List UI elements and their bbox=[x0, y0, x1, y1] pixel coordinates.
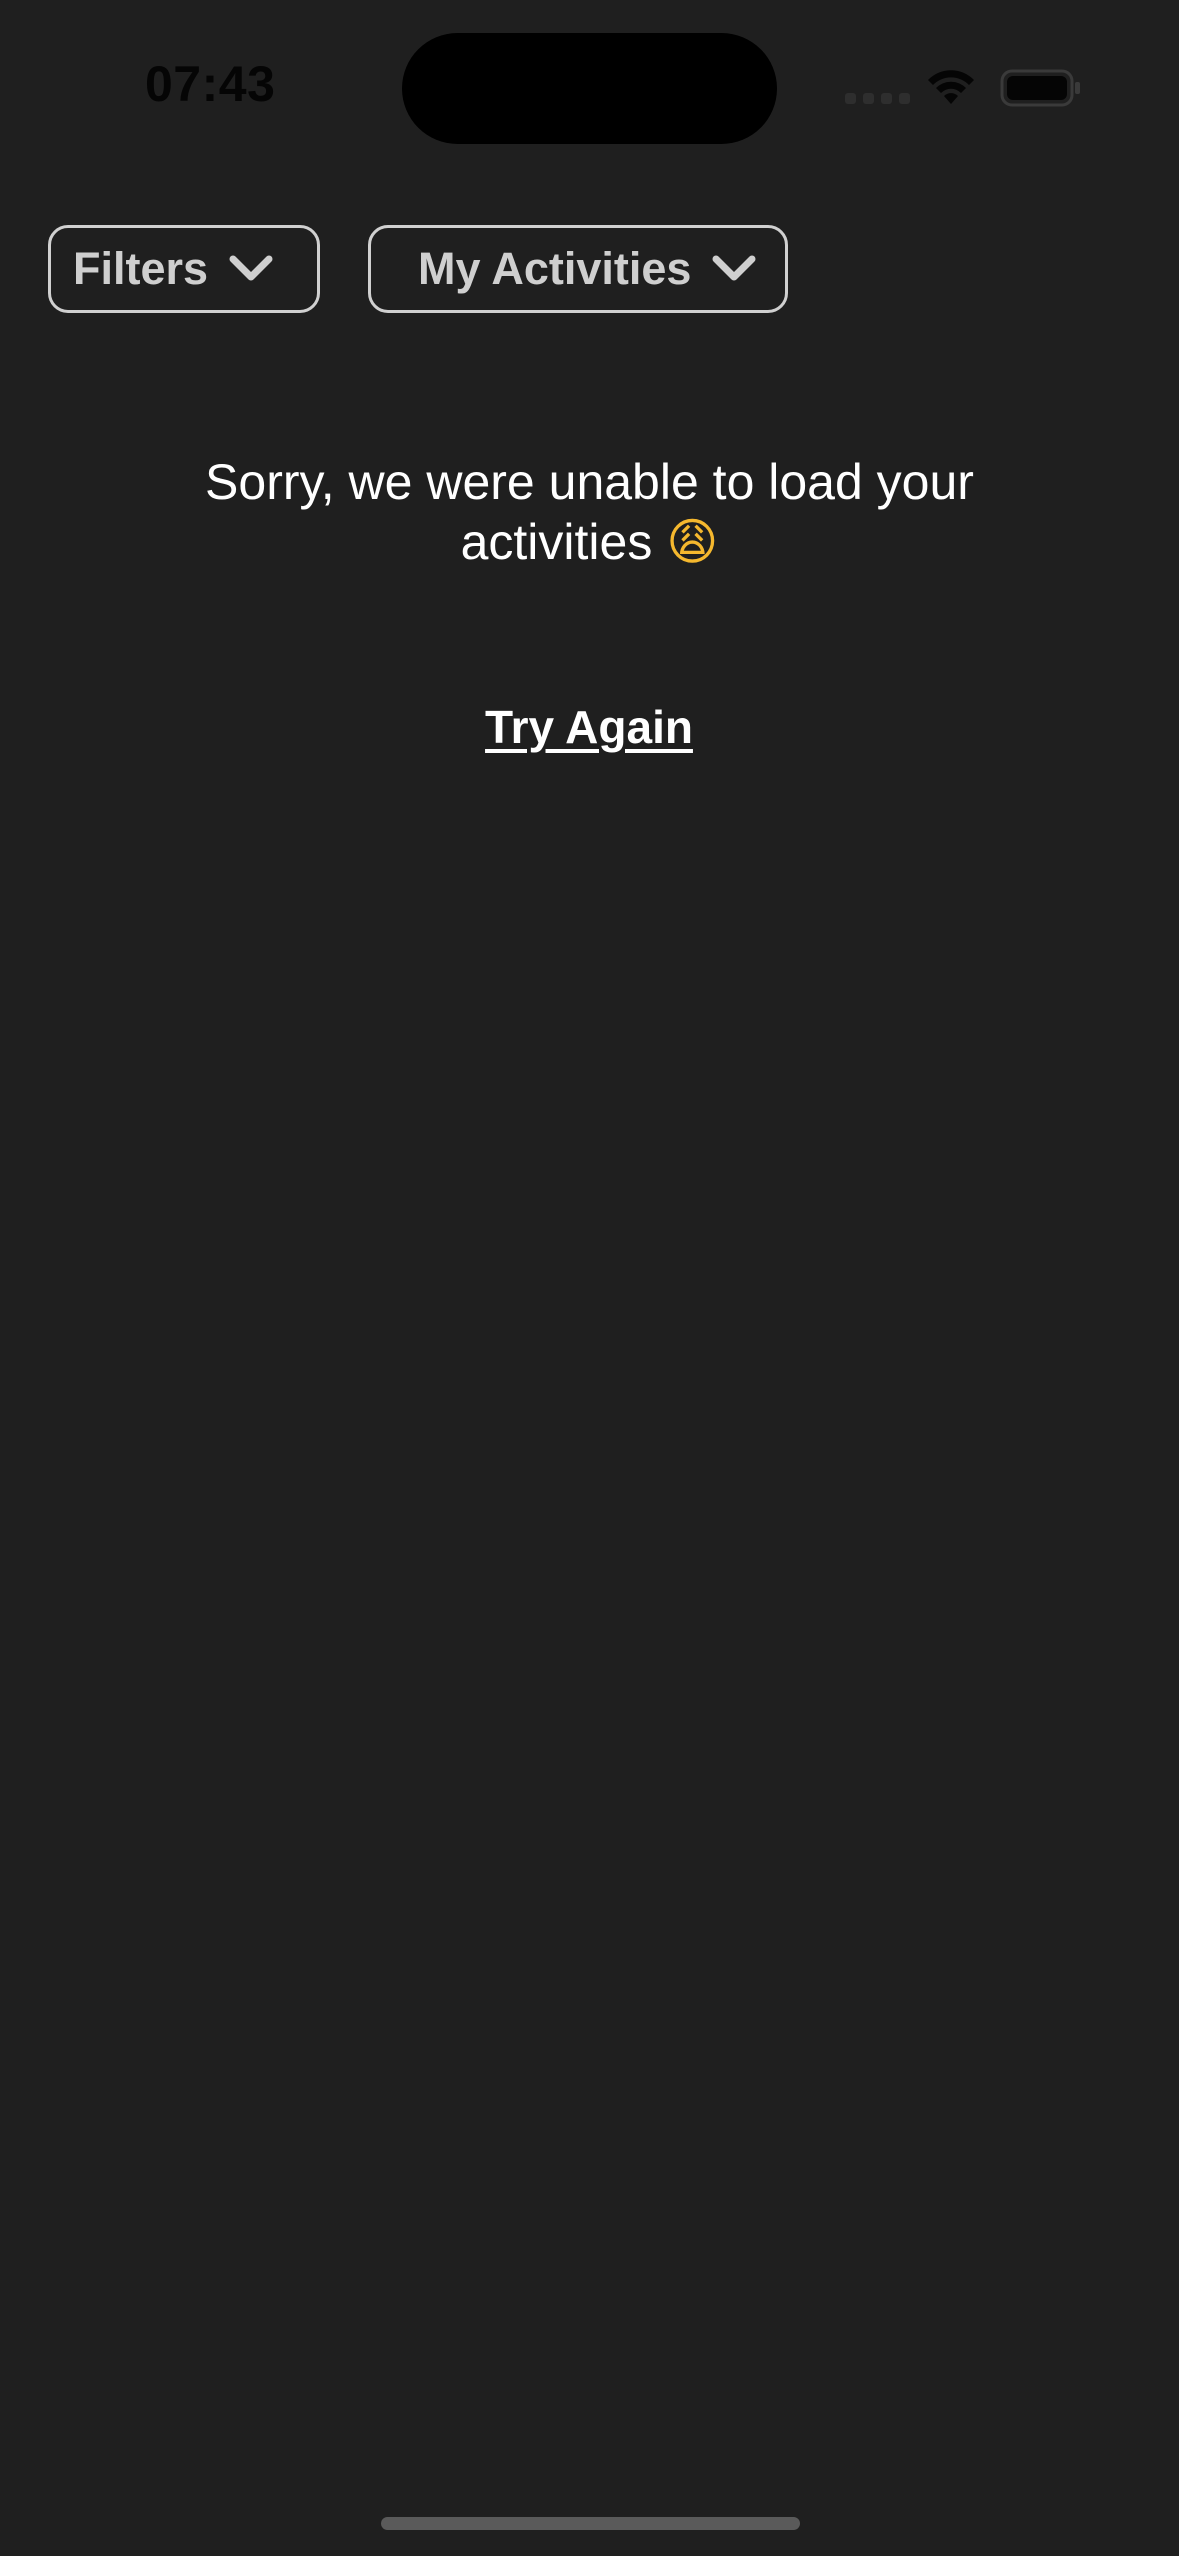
weary-face-emoji: 😩 bbox=[666, 513, 719, 571]
chevron-down-icon bbox=[712, 255, 756, 281]
activities-label: My Activities bbox=[418, 243, 692, 294]
wifi-icon bbox=[928, 70, 974, 104]
battery-icon bbox=[1000, 69, 1080, 107]
home-indicator[interactable] bbox=[381, 2517, 800, 2530]
error-message-text: Sorry, we were unable to load your activ… bbox=[205, 454, 974, 570]
cellular-signal-icon bbox=[845, 93, 910, 104]
filters-dropdown-button[interactable]: Filters bbox=[48, 225, 320, 313]
dynamic-island bbox=[402, 33, 777, 144]
error-message: Sorry, we were unable to load your activ… bbox=[140, 452, 1039, 572]
filters-label: Filters bbox=[73, 243, 209, 294]
chevron-down-icon bbox=[229, 255, 273, 281]
try-again-button[interactable]: Try Again bbox=[389, 700, 789, 754]
activities-dropdown-button[interactable]: My Activities bbox=[368, 225, 788, 313]
status-bar: 07:43 bbox=[0, 0, 1179, 180]
status-time: 07:43 bbox=[145, 56, 276, 112]
